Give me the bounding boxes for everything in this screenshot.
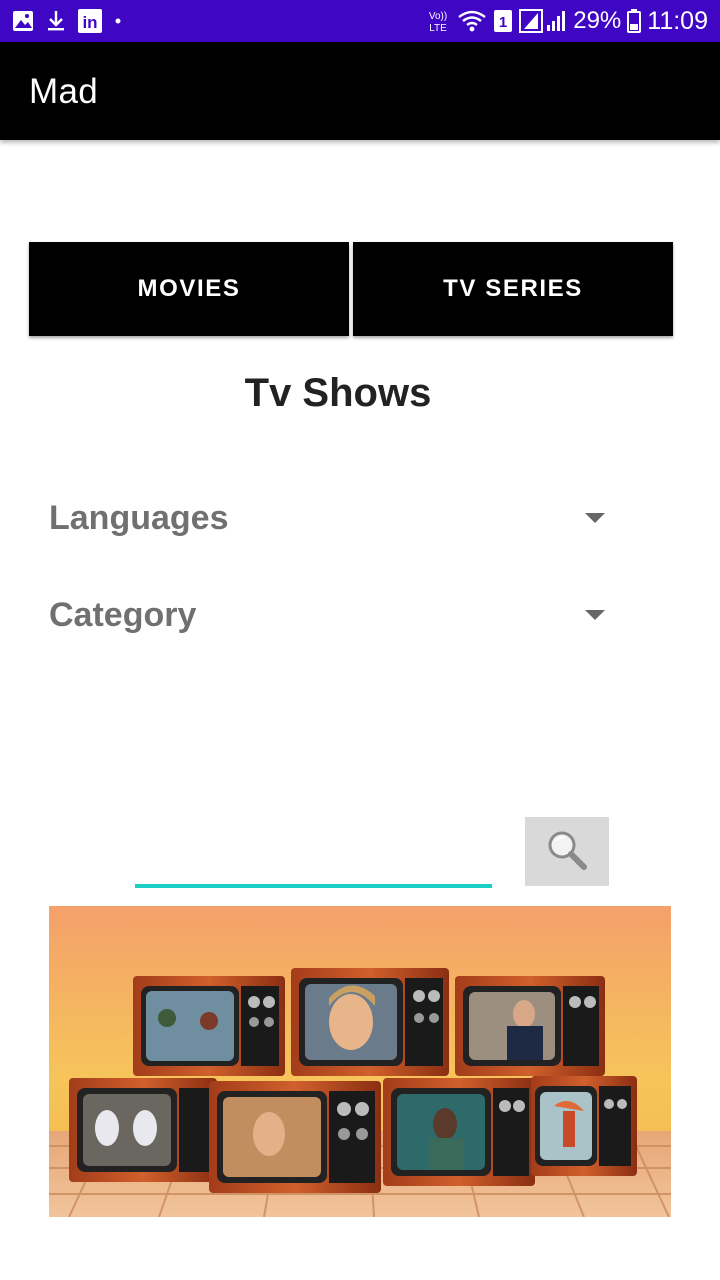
linkedin-icon: in xyxy=(78,9,102,33)
search-input[interactable] xyxy=(135,830,492,888)
svg-text:LTE: LTE xyxy=(429,23,447,33)
tv-series-button[interactable]: TV SERIES xyxy=(353,242,673,336)
volte-icon: Vo)) LTE xyxy=(425,9,451,33)
image-icon xyxy=(12,10,34,32)
app-bar: Mad xyxy=(0,42,720,140)
languages-label: Languages xyxy=(49,498,229,537)
page-title: Tv Shows xyxy=(244,371,432,415)
battery-percent: 29% xyxy=(573,7,622,34)
tv-shows-banner xyxy=(49,906,671,1217)
category-label: Category xyxy=(49,595,197,634)
languages-dropdown[interactable]: Languages xyxy=(49,488,609,548)
status-bar: in Vo)) LTE 1 29% 11:09 xyxy=(0,0,720,42)
search-button[interactable] xyxy=(525,817,609,886)
wifi-icon xyxy=(457,9,487,33)
download-icon xyxy=(46,10,66,32)
dropdown-arrow-icon xyxy=(585,512,605,524)
clock: 11:09 xyxy=(647,6,708,35)
sim-icon: 1 xyxy=(493,9,513,33)
signal-icon xyxy=(519,9,567,33)
linkedin-label: in xyxy=(82,13,97,32)
battery-icon xyxy=(627,9,642,33)
sim-badge: 1 xyxy=(499,14,507,31)
category-dropdown[interactable]: Category xyxy=(49,585,609,645)
dot-icon xyxy=(114,17,122,25)
svg-text:Vo)): Vo)) xyxy=(429,11,447,22)
movies-button[interactable]: MOVIES xyxy=(29,242,349,336)
app-title: Mad xyxy=(29,72,98,111)
search-icon xyxy=(545,828,589,875)
dropdown-arrow-icon xyxy=(585,609,605,621)
